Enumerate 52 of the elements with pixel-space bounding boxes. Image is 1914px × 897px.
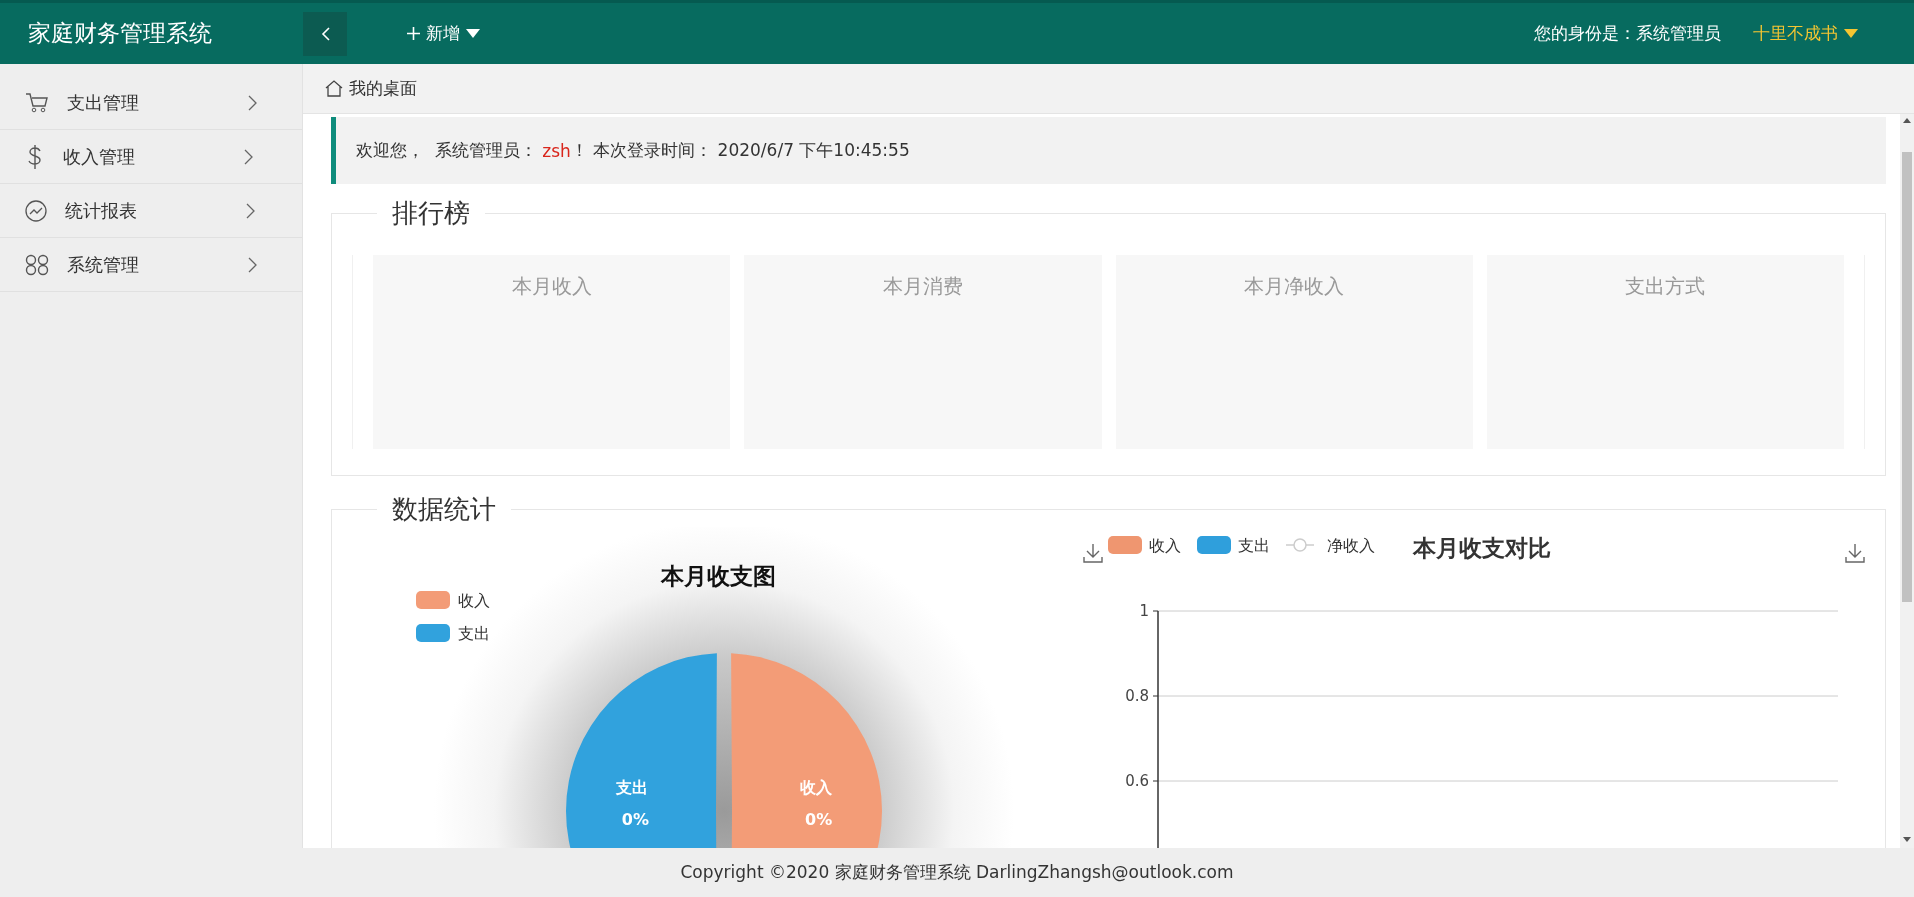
- legend-label: 支出: [1238, 536, 1270, 555]
- command-icon: [25, 253, 49, 276]
- legend-item[interactable]: 收入: [1108, 536, 1181, 555]
- chevron-right-icon: [243, 148, 253, 165]
- home-icon: [325, 80, 343, 97]
- copyright-footer: Copyright ©2020 家庭财务管理系统 DarlingZhangsh@outlook.com: [0, 848, 1914, 897]
- legend-item[interactable]: 净收入: [1285, 536, 1375, 555]
- chevron-right-icon: [247, 256, 257, 273]
- axis-tick-label: 1: [1139, 602, 1149, 620]
- add-menu[interactable]: 新增: [401, 21, 486, 46]
- slice-percent: 0%: [805, 810, 833, 829]
- ranking-card: 支出方式: [1486, 255, 1844, 449]
- sidebar-label: 统计报表: [65, 198, 138, 223]
- chevron-right-icon: [245, 202, 255, 219]
- plus-icon: [407, 27, 420, 40]
- sidebar-item[interactable]: 统计报表: [0, 184, 302, 238]
- caret-icon: [466, 29, 480, 38]
- breadcrumb-link[interactable]: 我的桌面: [349, 77, 417, 100]
- trend-circle-icon: [25, 199, 47, 222]
- sidebar-item[interactable]: 支出管理: [0, 76, 302, 130]
- legend-item[interactable]: 收入: [416, 591, 490, 610]
- axis-tick-label: 0.6: [1125, 772, 1149, 790]
- caret-icon: [1844, 29, 1858, 38]
- app-logo: 家庭财务管理系统: [27, 19, 213, 48]
- chevron-left-icon: [320, 26, 330, 41]
- section-title: 数据统计: [391, 493, 497, 526]
- sidebar-label: 系统管理: [67, 252, 140, 277]
- legend-item[interactable]: 支出: [1197, 536, 1270, 555]
- axis-tick-label: 0.8: [1125, 687, 1149, 705]
- chart-title: 本月收支对比: [1413, 535, 1551, 561]
- user-role: 您的身份是：系统管理员: [1534, 22, 1721, 45]
- legend-item[interactable]: 支出: [416, 624, 490, 643]
- download-icon[interactable]: [1083, 543, 1103, 563]
- ranking-card: 本月收入: [373, 255, 731, 449]
- download-icon[interactable]: [1845, 543, 1865, 563]
- section-title: 排行榜: [391, 197, 471, 230]
- sidebar-label: 收入管理: [63, 144, 136, 169]
- slice-label: 收入: [799, 778, 832, 797]
- ranking-card: 本月消费: [744, 255, 1102, 449]
- chart-title: 本月收支图: [660, 563, 776, 589]
- slice-percent: 0%: [621, 810, 649, 829]
- slice-label: 支出: [616, 778, 649, 797]
- legend-label: 净收入: [1327, 536, 1375, 555]
- chevron-right-icon: [247, 94, 257, 111]
- sidebar-item[interactable]: 系统管理: [0, 238, 302, 292]
- cart-icon: [25, 91, 49, 114]
- sidebar-label: 支出管理: [67, 90, 140, 115]
- sidebar-item[interactable]: 收入管理: [0, 130, 302, 184]
- welcome-message: 欢迎您， 系统管理员： zsh！ 本次登录时间： 2020/6/7 下午10:45:55: [331, 117, 1886, 184]
- ranking-card: 本月净收入: [1115, 255, 1473, 449]
- user-menu[interactable]: 十里不成书: [1747, 21, 1864, 46]
- legend-label: 收入: [1149, 536, 1181, 555]
